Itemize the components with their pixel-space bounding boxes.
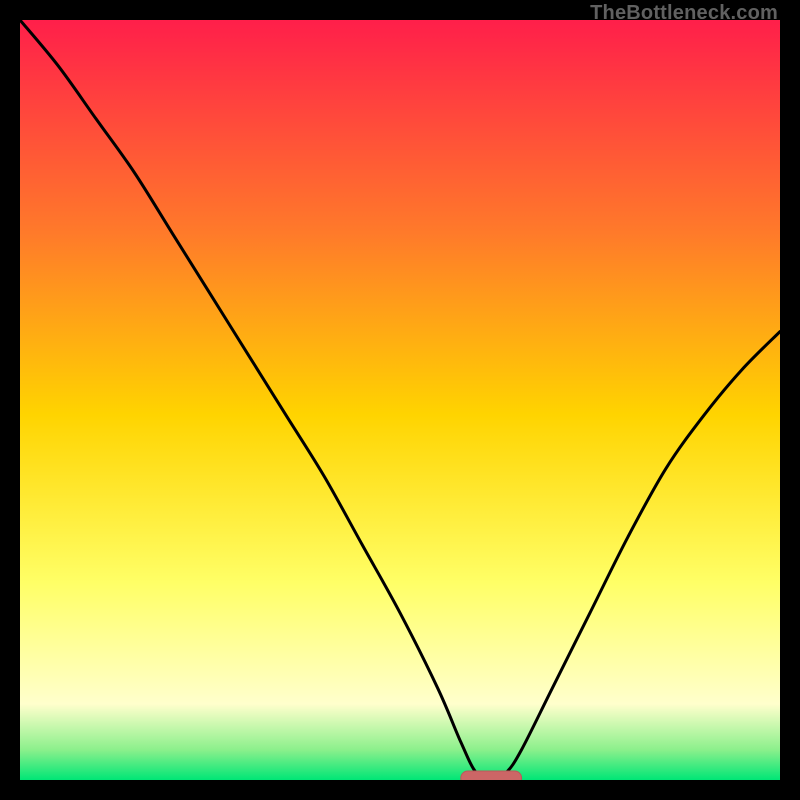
chart-container: TheBottleneck.com — [0, 0, 800, 800]
watermark-text: TheBottleneck.com — [590, 2, 778, 25]
gradient-background — [20, 20, 780, 780]
bottleneck-chart — [20, 20, 780, 780]
optimum-marker — [461, 771, 522, 780]
plot-area — [20, 20, 780, 780]
